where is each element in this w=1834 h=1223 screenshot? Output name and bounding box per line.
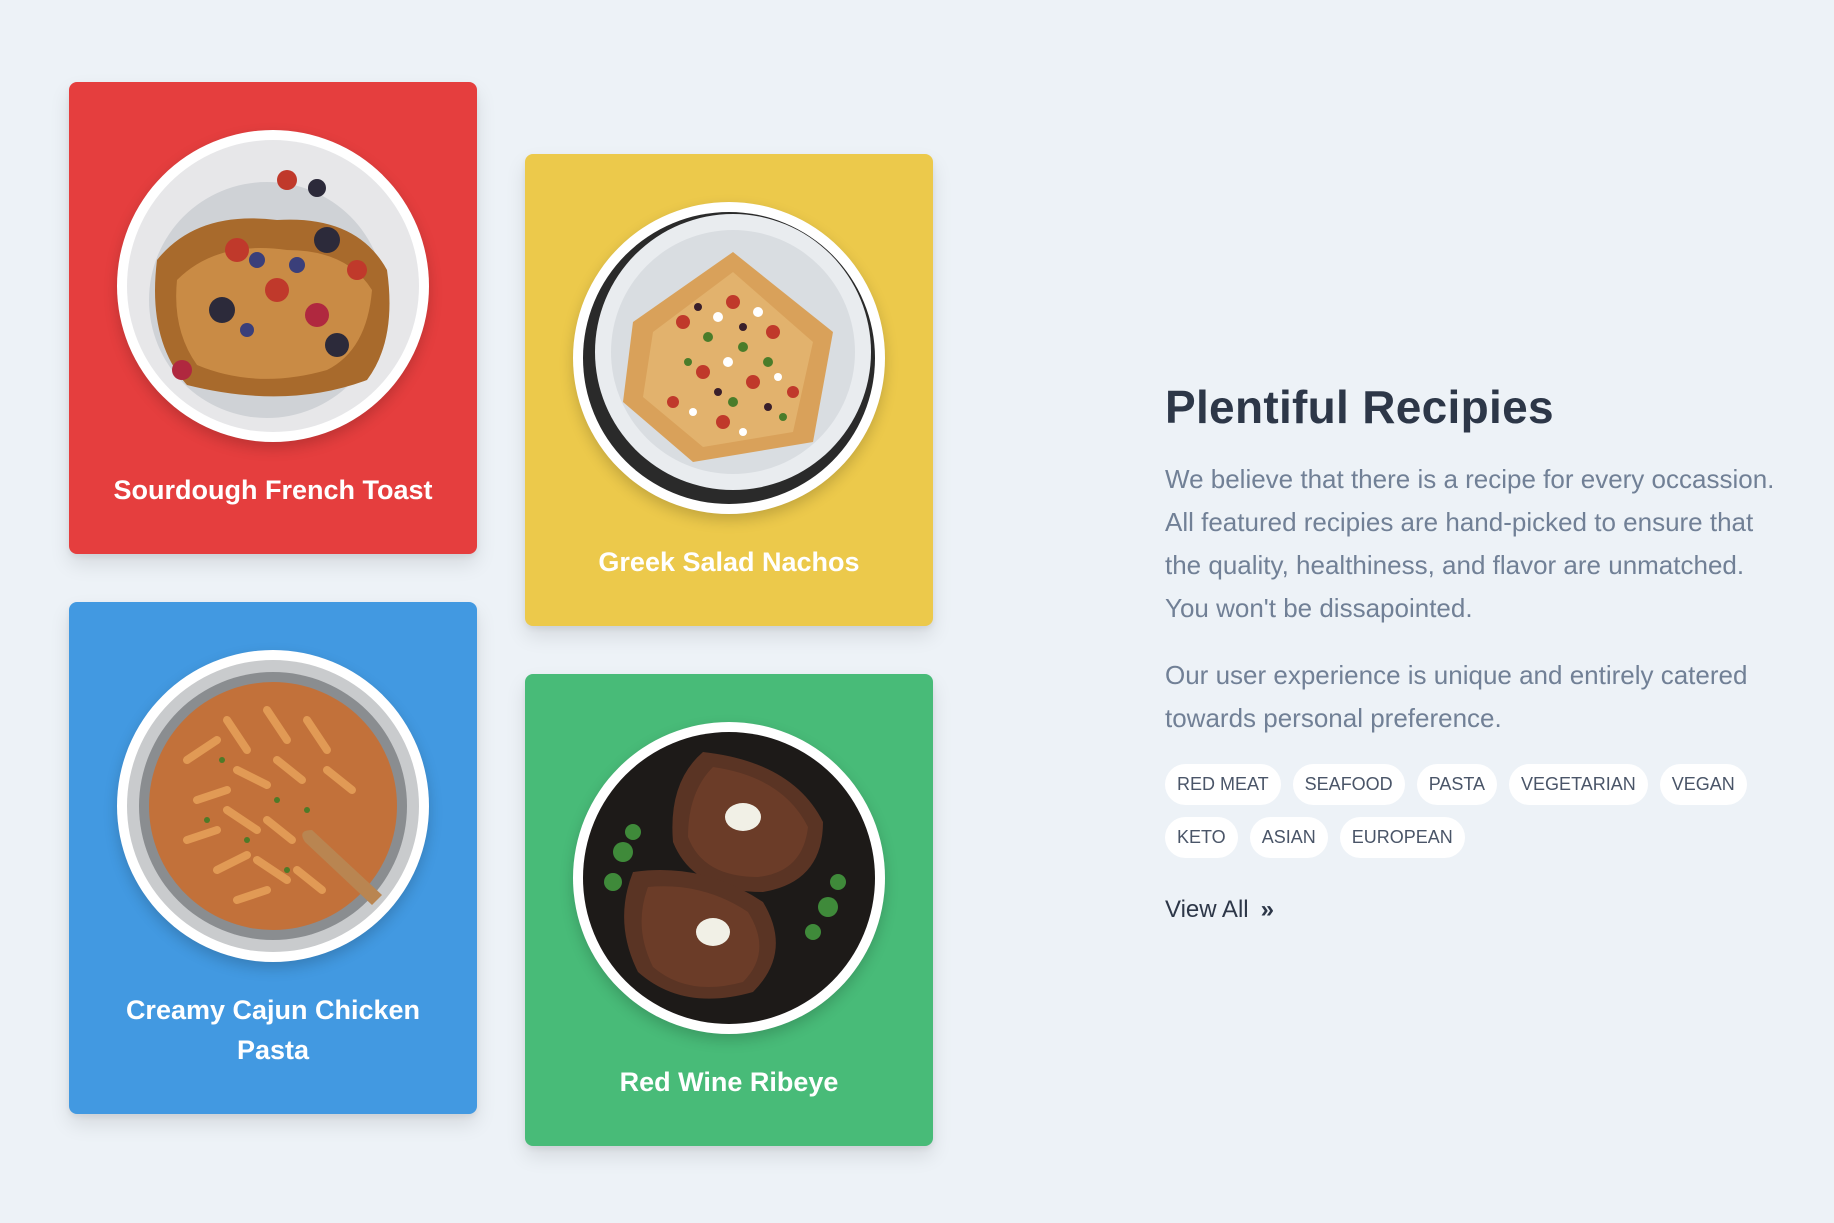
tag-red-meat[interactable]: RED MEAT — [1165, 764, 1281, 805]
ribeye-photo — [573, 722, 885, 1034]
pasta-photo — [117, 650, 429, 962]
recipe-title: Creamy Cajun Chicken Pasta — [125, 995, 421, 1065]
double-chevron-right-icon: » — [1260, 896, 1274, 923]
section-heading: Plentiful Recipies — [1165, 381, 1554, 433]
page: Sourdough French Toast Greek Salad Nacho… — [0, 0, 1834, 1223]
view-all-link[interactable]: View All » — [1165, 896, 1274, 924]
nachos-photo — [573, 202, 885, 514]
tag-seafood[interactable]: SEAFOOD — [1292, 764, 1405, 805]
french-toast-photo — [117, 130, 429, 442]
description-paragraph-1: We believe that there is a recipe for ev… — [1165, 464, 1775, 623]
description-paragraph-2: Our user experience is unique and entire… — [1165, 660, 1748, 733]
tag-vegetarian[interactable]: VEGETARIAN — [1509, 764, 1648, 805]
view-all-label: View All — [1165, 896, 1249, 923]
tag-european[interactable]: EUROPEAN — [1339, 817, 1465, 858]
recipe-card-cajun-chicken-pasta[interactable]: Creamy Cajun Chicken Pasta — [69, 602, 477, 1114]
tag-asian[interactable]: ASIAN — [1249, 817, 1328, 858]
info-section: Plentiful Recipies We believe that there… — [1165, 380, 1785, 924]
recipe-title: Greek Salad Nachos — [598, 547, 860, 577]
tag-keto[interactable]: KETO — [1165, 817, 1238, 858]
tag-list: RED MEAT SEAFOOD PASTA VEGETARIAN VEGAN … — [1165, 764, 1765, 870]
recipe-title: Red Wine Ribeye — [619, 1067, 839, 1097]
recipe-card-french-toast[interactable]: Sourdough French Toast — [69, 82, 477, 554]
tag-vegan[interactable]: VEGAN — [1659, 764, 1747, 805]
recipe-card-greek-salad-nachos[interactable]: Greek Salad Nachos — [525, 154, 933, 626]
tag-pasta[interactable]: PASTA — [1416, 764, 1498, 805]
recipe-card-red-wine-ribeye[interactable]: Red Wine Ribeye — [525, 674, 933, 1146]
recipe-title: Sourdough French Toast — [113, 475, 433, 505]
